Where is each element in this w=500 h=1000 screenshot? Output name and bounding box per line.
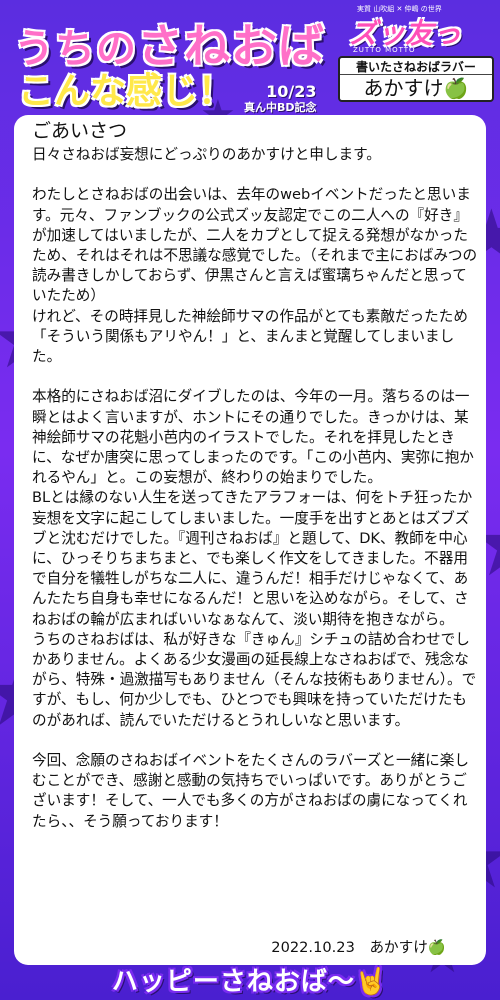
event-date: 10/23 [266,82,317,101]
date-badge: 10/23 真ん中BD記念 [244,82,317,114]
event-logo: 実質 山吹組 ✕ 仲嶋 の世界 ズッ友っと！ ZUTTO MOTTO [345,4,495,90]
greeting-body: 日々さねおば妄想にどっぷりのあかすけと申します。 わたしとさねおばの出会いは、去… [32,145,480,832]
paragraph: わたしとさねおばの出会いは、去年のwebイベントだったと思います。元々、ファンブ… [32,186,478,305]
author-box: 書いたさねおばラバー あかすけ🍏 [338,56,494,102]
header: うちのさねおば こんな感じ！ 10/23 真ん中BD記念 実質 山吹組 ✕ 仲嶋… [0,0,500,114]
paragraph: うちのさねおばは、私が好きな『きゅん』シチュの詰め合わせでしかありません。よくあ… [32,630,477,729]
event-date-caption: 真ん中BD記念 [244,101,317,114]
title-line-2: こんな感じ！ [18,71,235,112]
event-title: うちのさねおば こんな感じ！ 10/23 真ん中BD記念 [14,10,334,114]
footer-banner: ハッピーさねおば〜🤘 [0,965,500,1000]
greeting-heading: ごあいさつ [32,120,128,142]
paragraph: 今回、念願のさねおばイベントをたくさんのラバーズと一緒に楽しむことができ、感謝と… [32,752,469,830]
signature: 2022.10.23 あかすけ🍏 [271,939,446,956]
author-name: あかすけ🍏 [363,76,469,100]
footer-slogan: ハッピーさねおば〜🤘 [111,967,389,997]
logo-subtext: ZUTTO MOTTO [353,46,416,54]
paragraph: 本格的にさねおば沼にダイブしたのは、今年の一月。落ちるのは一瞬とはよく言いますが… [32,388,474,487]
paragraph: けれど、その時拝見した神絵師サマの作品がとても素敵だったため「そういう関係もアリ… [32,307,468,366]
paragraph: 日々さねおば妄想にどっぷりのあかすけと申します。 [32,146,381,163]
author-label: 書いたさねおばラバー [340,58,492,75]
paragraph: BLとは縁のない人生を送ってきたアラフォーは、何をトチ狂ったか妄想を文字に起こし… [32,489,473,628]
greeting-card: ごあいさつ 日々さねおば妄想にどっぷりのあかすけと申します。 わたしとさねおばの… [14,115,486,965]
